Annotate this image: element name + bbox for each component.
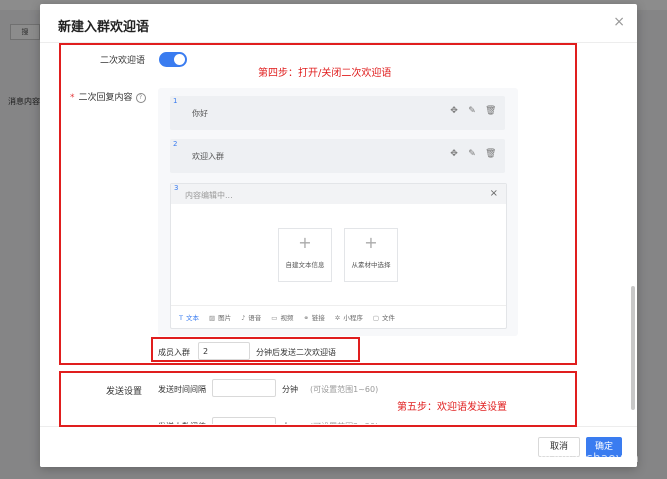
- watermark: https://blog.csdn.net/yilanshaoyun: [424, 451, 639, 465]
- scrollbar-thumb[interactable]: [631, 286, 635, 410]
- step4-highlight-box: [59, 43, 577, 365]
- member-row-highlight-box: [151, 337, 360, 362]
- step5-annotation: 第五步：欢迎语发送设置: [397, 402, 507, 413]
- close-icon[interactable]: ×: [613, 14, 625, 30]
- step4-annotation: 第四步：打开/关闭二次欢迎语: [258, 68, 392, 79]
- dialog-title: 新建入群欢迎语: [58, 20, 150, 35]
